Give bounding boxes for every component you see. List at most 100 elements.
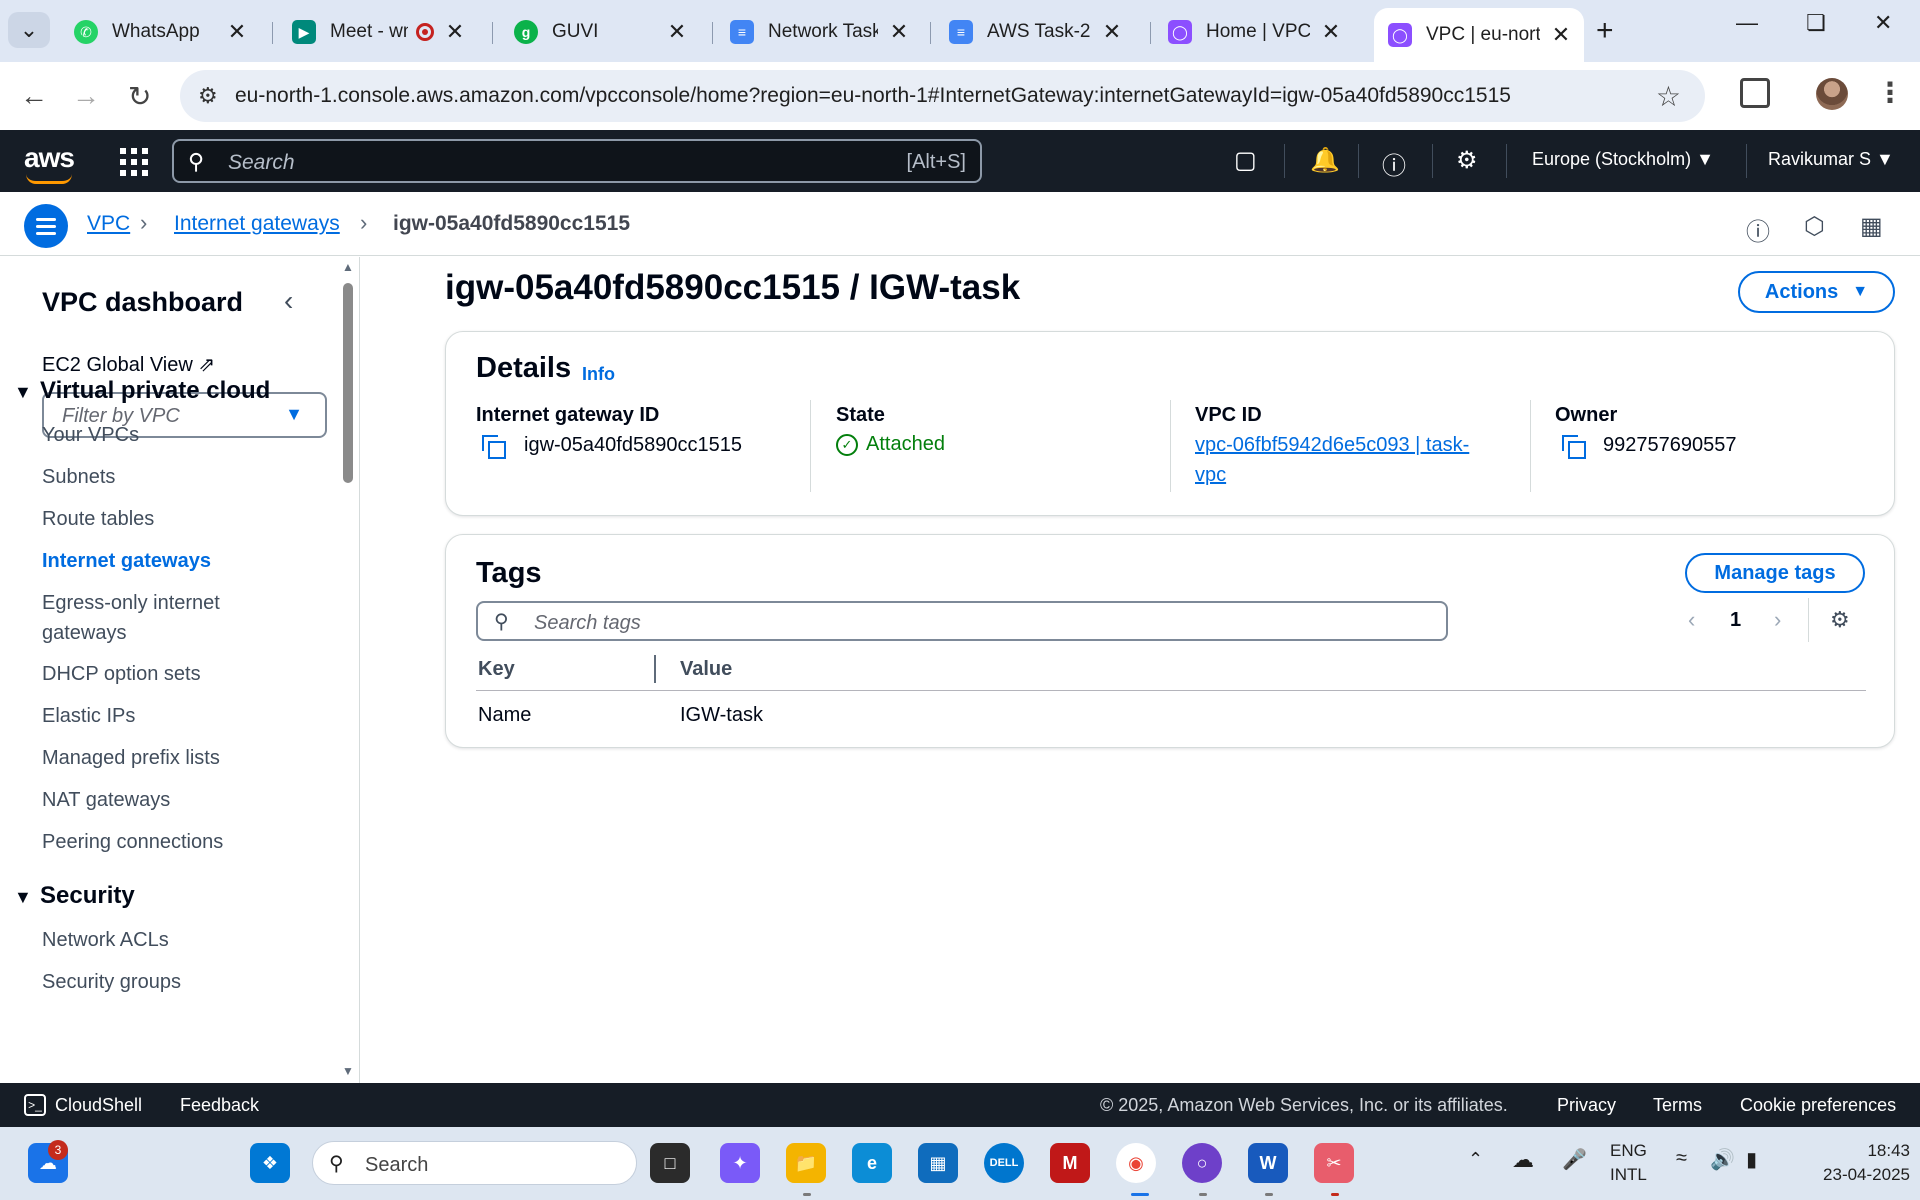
- copy-icon[interactable]: [1562, 435, 1586, 459]
- column-resize-handle[interactable]: [654, 655, 656, 683]
- tab-meet[interactable]: ▶ Meet - wn ✕: [278, 12, 478, 52]
- details-info-link[interactable]: Info: [582, 364, 615, 385]
- onedrive-cloud-icon[interactable]: ☁: [1512, 1147, 1534, 1173]
- sidebar-item-egress-only-igw[interactable]: Egress-only internet gateways: [42, 588, 302, 648]
- close-icon[interactable]: ✕: [1550, 22, 1572, 48]
- copy-icon[interactable]: [482, 435, 506, 459]
- tags-search-input[interactable]: ⚲ Search tags: [476, 601, 1448, 641]
- close-icon[interactable]: ✕: [888, 19, 910, 45]
- new-tab-button[interactable]: +: [1596, 14, 1614, 48]
- site-info-icon[interactable]: ⚙: [198, 83, 218, 109]
- tab-aws-task-2[interactable]: ≡ AWS Task-2 - ✕: [935, 12, 1135, 52]
- clock[interactable]: 18:43 23-04-2025: [1790, 1141, 1910, 1185]
- sidebar-item-internet-gateways[interactable]: Internet gateways: [42, 546, 302, 576]
- start-windows-icon[interactable]: ❖: [250, 1143, 290, 1183]
- show-hidden-icons-chevron-icon[interactable]: ⌃: [1468, 1149, 1483, 1170]
- services-grid-icon[interactable]: [120, 148, 148, 176]
- privacy-link[interactable]: Privacy: [1557, 1095, 1616, 1116]
- actions-button[interactable]: Actions ▼: [1738, 271, 1895, 313]
- task-view-icon[interactable]: □: [650, 1143, 690, 1183]
- tab-whatsapp[interactable]: ✆ WhatsApp ✕: [60, 12, 260, 52]
- cloudshell-icon[interactable]: ▢: [1234, 146, 1257, 175]
- tab-home-vpc[interactable]: ◯ Home | VPC | ✕: [1154, 12, 1354, 52]
- column-header-value[interactable]: Value: [680, 658, 732, 681]
- notifications-bell-icon[interactable]: 🔔: [1310, 146, 1340, 175]
- sidebar-item-ec2-global-view[interactable]: EC2 Global View ⇗: [42, 352, 215, 377]
- back-button[interactable]: ←: [20, 80, 48, 112]
- prev-page-icon[interactable]: ‹: [1688, 607, 1695, 633]
- sidebar-item-peering-connections[interactable]: Peering connections: [42, 827, 302, 857]
- sidebar-item-nat-gateways[interactable]: NAT gateways: [42, 785, 302, 815]
- sidebar-item-subnets[interactable]: Subnets: [42, 462, 302, 492]
- edge-icon[interactable]: e: [852, 1143, 892, 1183]
- chrome-icon[interactable]: ◉: [1116, 1143, 1156, 1183]
- aws-logo[interactable]: aws: [24, 142, 75, 184]
- sidebar-section-security[interactable]: ▼ Security: [14, 882, 135, 910]
- settings-gear-icon[interactable]: ⚙: [1456, 146, 1478, 175]
- sidebar-item-dhcp-option-sets[interactable]: DHCP option sets: [42, 659, 302, 689]
- table-preferences-gear-icon[interactable]: ⚙: [1830, 607, 1850, 633]
- column-header-key[interactable]: Key: [478, 658, 515, 681]
- sidebar-item-security-groups[interactable]: Security groups: [42, 967, 302, 997]
- extensions-icon[interactable]: [1740, 78, 1770, 108]
- vpc-id-link[interactable]: vpc-06fbf5942d6e5c093 | task-vpc: [1195, 430, 1495, 490]
- sidebar-section-vpc[interactable]: ▼ Virtual private cloud: [14, 377, 270, 405]
- tab-network-task[interactable]: ≡ Network Task ✕: [716, 12, 922, 52]
- account-menu[interactable]: Ravikumar S ▼: [1768, 149, 1894, 170]
- preferences-panel-icon[interactable]: ▦: [1860, 212, 1883, 241]
- window-close-button[interactable]: ✕: [1874, 10, 1892, 36]
- address-bar[interactable]: ⚙ eu-north-1.console.aws.amazon.com/vpcc…: [180, 70, 1705, 122]
- close-icon[interactable]: ✕: [666, 19, 688, 45]
- sidebar-item-managed-prefix-lists[interactable]: Managed prefix lists: [42, 743, 302, 773]
- scroll-up-arrow[interactable]: ▲: [342, 260, 354, 274]
- sidebar-item-network-acls[interactable]: Network ACLs: [42, 925, 302, 955]
- url-text[interactable]: eu-north-1.console.aws.amazon.com/vpccon…: [235, 84, 1511, 108]
- close-icon[interactable]: ✕: [444, 19, 466, 45]
- scroll-down-arrow[interactable]: ▼: [342, 1064, 354, 1078]
- page-number[interactable]: 1: [1730, 609, 1741, 632]
- tab-vpc-active[interactable]: ◯ VPC | eu-north ✕: [1374, 8, 1584, 62]
- github-desktop-icon[interactable]: ○: [1182, 1143, 1222, 1183]
- profile-avatar[interactable]: [1816, 78, 1848, 110]
- cloudshell-link[interactable]: CloudShell: [55, 1095, 142, 1116]
- sidebar-scrollbar[interactable]: [343, 283, 353, 483]
- feedback-link[interactable]: Feedback: [180, 1095, 259, 1116]
- close-icon[interactable]: ✕: [226, 19, 248, 45]
- wifi-icon[interactable]: ≈: [1676, 1147, 1687, 1170]
- notifications-panel-icon[interactable]: ⬡: [1804, 212, 1825, 241]
- nav-menu-button[interactable]: [24, 204, 68, 248]
- breadcrumb-internet-gateways[interactable]: Internet gateways: [174, 212, 340, 236]
- microphone-icon[interactable]: 🎤: [1562, 1147, 1587, 1172]
- help-icon[interactable]: ⓘ: [1382, 146, 1406, 181]
- bookmark-star-icon[interactable]: ☆: [1656, 80, 1681, 113]
- region-selector[interactable]: Europe (Stockholm) ▼: [1532, 149, 1714, 170]
- close-icon[interactable]: ✕: [1320, 19, 1342, 45]
- word-icon[interactable]: W: [1248, 1143, 1288, 1183]
- tab-guvi[interactable]: g GUVI ✕: [500, 12, 700, 52]
- restore-button[interactable]: ❏: [1806, 10, 1826, 36]
- info-panel-icon[interactable]: ⓘ: [1746, 212, 1770, 247]
- mcafee-icon[interactable]: M: [1050, 1143, 1090, 1183]
- next-page-icon[interactable]: ›: [1774, 607, 1781, 633]
- file-explorer-icon[interactable]: 📁: [786, 1143, 826, 1183]
- cookie-preferences-link[interactable]: Cookie preferences: [1740, 1095, 1896, 1116]
- collapse-sidebar-icon[interactable]: ‹: [284, 285, 293, 317]
- manage-tags-button[interactable]: Manage tags: [1685, 553, 1865, 593]
- volume-icon[interactable]: 🔊: [1710, 1147, 1735, 1172]
- terms-link[interactable]: Terms: [1653, 1095, 1702, 1116]
- reload-button[interactable]: ↻: [128, 80, 151, 113]
- aws-search-input[interactable]: ⚲ Search [Alt+S]: [172, 139, 982, 183]
- sidebar-title[interactable]: VPC dashboard: [42, 287, 243, 318]
- store-icon[interactable]: ▦: [918, 1143, 958, 1183]
- sidebar-item-elastic-ips[interactable]: Elastic IPs: [42, 701, 302, 731]
- minimize-button[interactable]: —: [1736, 10, 1758, 36]
- taskbar-search-input[interactable]: ⚲ Search: [312, 1141, 637, 1185]
- browser-menu-icon[interactable]: ⋮: [1876, 76, 1904, 109]
- sidebar-item-your-vpcs[interactable]: Your VPCs: [42, 420, 302, 450]
- snipping-tool-icon[interactable]: ✂: [1314, 1143, 1354, 1183]
- tab-search-button[interactable]: ⌄: [8, 12, 50, 48]
- language-indicator[interactable]: ENG INTL: [1610, 1141, 1647, 1185]
- copilot-icon[interactable]: ✦: [720, 1143, 760, 1183]
- close-icon[interactable]: ✕: [1101, 19, 1123, 45]
- sidebar-item-route-tables[interactable]: Route tables: [42, 504, 302, 534]
